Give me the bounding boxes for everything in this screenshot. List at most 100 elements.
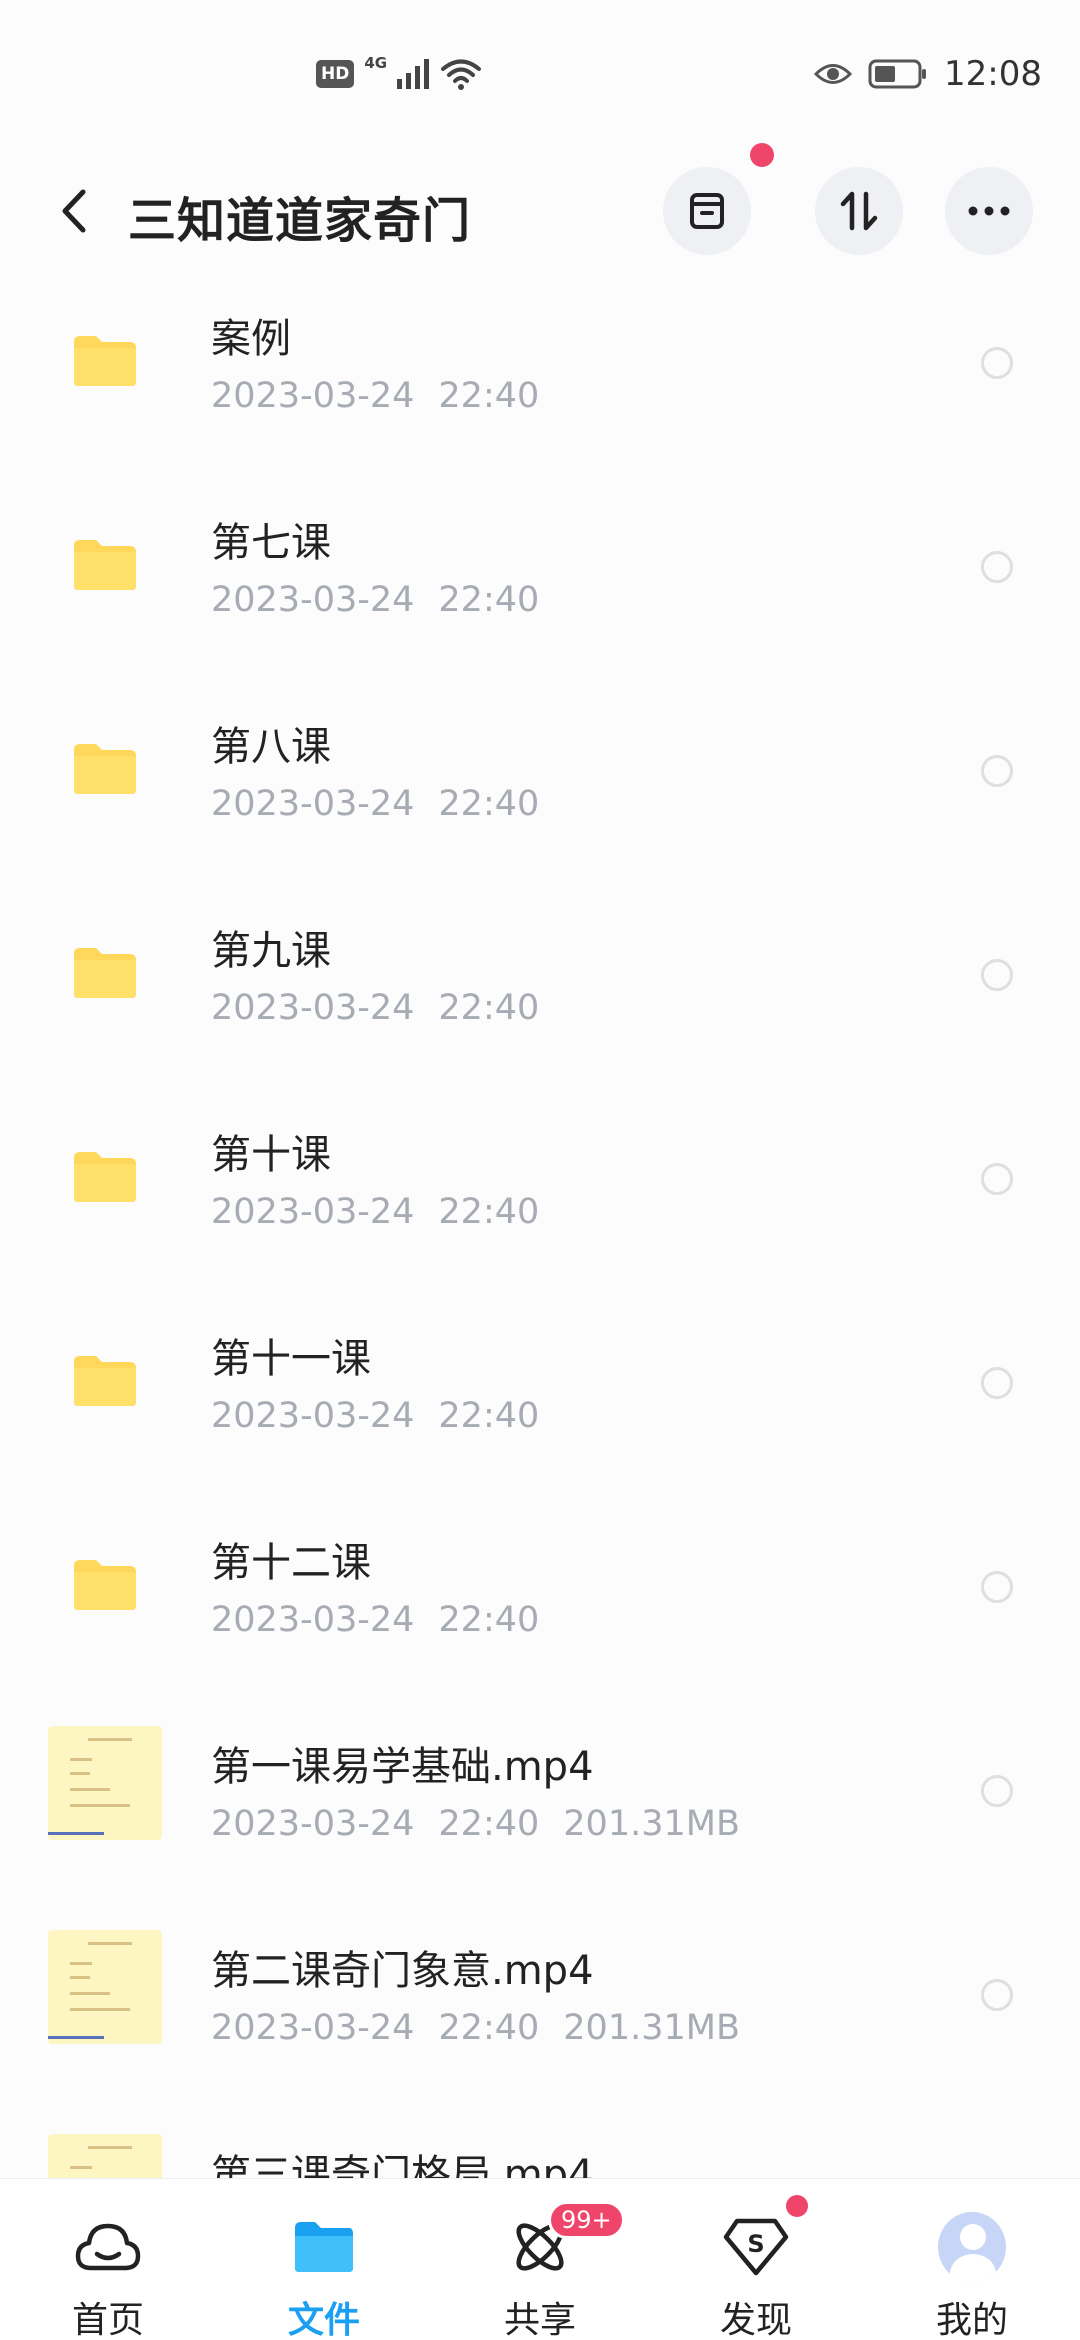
file-size: 201.31MB — [563, 2008, 740, 2048]
status-bar: HD 4G 12:08 — [0, 0, 1080, 150]
eye-icon — [814, 64, 853, 84]
list-item[interactable]: 第七课 2023-03-24 22:40 — [0, 474, 1080, 678]
folder-icon — [74, 1356, 136, 1406]
list-item[interactable]: 第二课奇门象意.mp4 2023-03-24 22:40 201.31MB — [0, 1902, 1080, 2106]
back-button[interactable] — [48, 181, 98, 241]
svg-text:S: S — [747, 2230, 764, 2258]
file-name: 第十一课 — [211, 1336, 371, 1382]
folder-icon — [74, 948, 136, 998]
file-time: 22:40 — [438, 1192, 540, 1232]
list-item[interactable]: 第九课 2023-03-24 22:40 — [0, 882, 1080, 1086]
list-item[interactable]: 第一课易学基础.mp4 2023-03-24 22:40 201.31MB — [0, 1698, 1080, 1902]
file-meta: 2023-03-24 22:40 — [211, 1600, 563, 1640]
list-item[interactable]: 第十一课 2023-03-24 22:40 — [0, 1290, 1080, 1494]
file-name: 第九课 — [211, 928, 331, 974]
file-meta: 2023-03-24 22:40 — [211, 1192, 563, 1232]
discover-notification-dot — [786, 2195, 808, 2217]
select-checkbox[interactable] — [981, 551, 1013, 583]
file-name: 第三课奇门格局.mp4 — [211, 2152, 594, 2178]
file-date: 2023-03-24 — [211, 1600, 415, 1640]
file-date: 2023-03-24 — [211, 2008, 415, 2048]
sort-button[interactable] — [815, 167, 903, 255]
hd-badge: HD — [316, 60, 355, 88]
status-bar-network: HD 4G — [316, 54, 482, 90]
nav-item-home[interactable]: 首页 — [38, 2179, 178, 2340]
file-date: 2023-03-24 — [211, 376, 415, 416]
nav-label: 共享 — [503, 2300, 576, 2340]
folder-icon — [74, 1560, 136, 1610]
file-meta: 2023-03-24 22:40 — [211, 988, 563, 1028]
app-header: 三知道道家奇门 — [0, 143, 1080, 265]
back-icon — [62, 189, 86, 233]
select-checkbox[interactable] — [981, 1163, 1013, 1195]
video-thumbnail — [48, 2134, 162, 2178]
file-time: 22:40 — [438, 1804, 540, 1844]
file-meta: 2023-03-24 22:40 — [211, 580, 563, 620]
signal-icon — [397, 59, 430, 89]
file-time: 22:40 — [438, 376, 540, 416]
transfer-notification-dot — [750, 143, 774, 167]
more-button[interactable] — [945, 167, 1033, 255]
file-time: 22:40 — [438, 580, 540, 620]
more-icon — [968, 206, 1010, 216]
list-item[interactable]: 案例 2023-03-24 22:40 — [0, 270, 1080, 474]
clock: 12:08 — [944, 54, 1042, 94]
folder-icon — [74, 1152, 136, 1202]
list-item[interactable]: 第八课 2023-03-24 22:40 — [0, 678, 1080, 882]
nav-item-share[interactable]: 99+ 共享 — [470, 2179, 625, 2340]
file-date: 2023-03-24 — [211, 784, 415, 824]
video-thumbnail — [48, 1726, 162, 1840]
file-name: 第十课 — [211, 1132, 331, 1178]
select-checkbox[interactable] — [981, 959, 1013, 991]
file-name: 第七课 — [211, 520, 331, 566]
file-date: 2023-03-24 — [211, 1804, 415, 1844]
nav-label: 发现 — [719, 2300, 792, 2340]
video-thumbnail — [48, 1930, 162, 2044]
list-item[interactable]: 第三课奇门格局.mp4 — [0, 2106, 1080, 2178]
select-checkbox[interactable] — [981, 347, 1013, 379]
file-meta: 2023-03-24 22:40 201.31MB — [211, 1804, 764, 1844]
avatar-icon — [938, 2212, 1006, 2282]
file-size: 201.31MB — [563, 1804, 740, 1844]
file-name: 第十二课 — [211, 1540, 371, 1586]
file-date: 2023-03-24 — [211, 1192, 415, 1232]
file-meta: 2023-03-24 22:40 201.31MB — [211, 2008, 764, 2048]
sort-icon — [840, 191, 878, 231]
file-time: 22:40 — [438, 988, 540, 1028]
file-name: 第一课易学基础.mp4 — [211, 1744, 594, 1790]
select-checkbox[interactable] — [981, 1979, 1013, 2011]
network-type: 4G — [364, 54, 388, 72]
nav-label: 文件 — [287, 2300, 360, 2340]
nav-item-files[interactable]: 文件 — [254, 2179, 394, 2340]
select-checkbox[interactable] — [981, 755, 1013, 787]
list-item[interactable]: 第十二课 2023-03-24 22:40 — [0, 1494, 1080, 1698]
file-name: 第八课 — [211, 724, 331, 770]
select-checkbox[interactable] — [981, 1367, 1013, 1399]
file-list: 案例 2023-03-24 22:40 第七课 2023-03-24 22:40 第… — [0, 270, 1080, 2178]
gem-icon: S — [722, 2213, 790, 2281]
select-checkbox[interactable] — [981, 1571, 1013, 1603]
select-checkbox[interactable] — [981, 1775, 1013, 1807]
status-bar-right: 12:08 — [814, 54, 1042, 94]
folder-icon — [74, 336, 136, 386]
battery-icon — [868, 59, 927, 89]
file-meta: 2023-03-24 22:40 — [211, 1396, 563, 1436]
folder-icon — [74, 540, 136, 590]
transfer-icon — [690, 193, 724, 229]
nav-item-profile[interactable]: 我的 — [902, 2179, 1042, 2340]
file-date: 2023-03-24 — [211, 988, 415, 1028]
transfer-button[interactable] — [663, 167, 751, 255]
file-name: 案例 — [211, 316, 291, 362]
file-time: 22:40 — [438, 2008, 540, 2048]
file-time: 22:40 — [438, 784, 540, 824]
wifi-icon — [441, 59, 482, 90]
page-title: 三知道道家奇门 — [128, 193, 472, 249]
file-date: 2023-03-24 — [211, 1396, 415, 1436]
file-date: 2023-03-24 — [211, 580, 415, 620]
list-item[interactable]: 第十课 2023-03-24 22:40 — [0, 1086, 1080, 1290]
file-time: 22:40 — [438, 1396, 540, 1436]
nav-item-discover[interactable]: S 发现 — [686, 2179, 826, 2340]
file-meta: 2023-03-24 22:40 — [211, 376, 563, 416]
file-name: 第二课奇门象意.mp4 — [211, 1948, 594, 1994]
nav-label: 首页 — [71, 2300, 144, 2340]
